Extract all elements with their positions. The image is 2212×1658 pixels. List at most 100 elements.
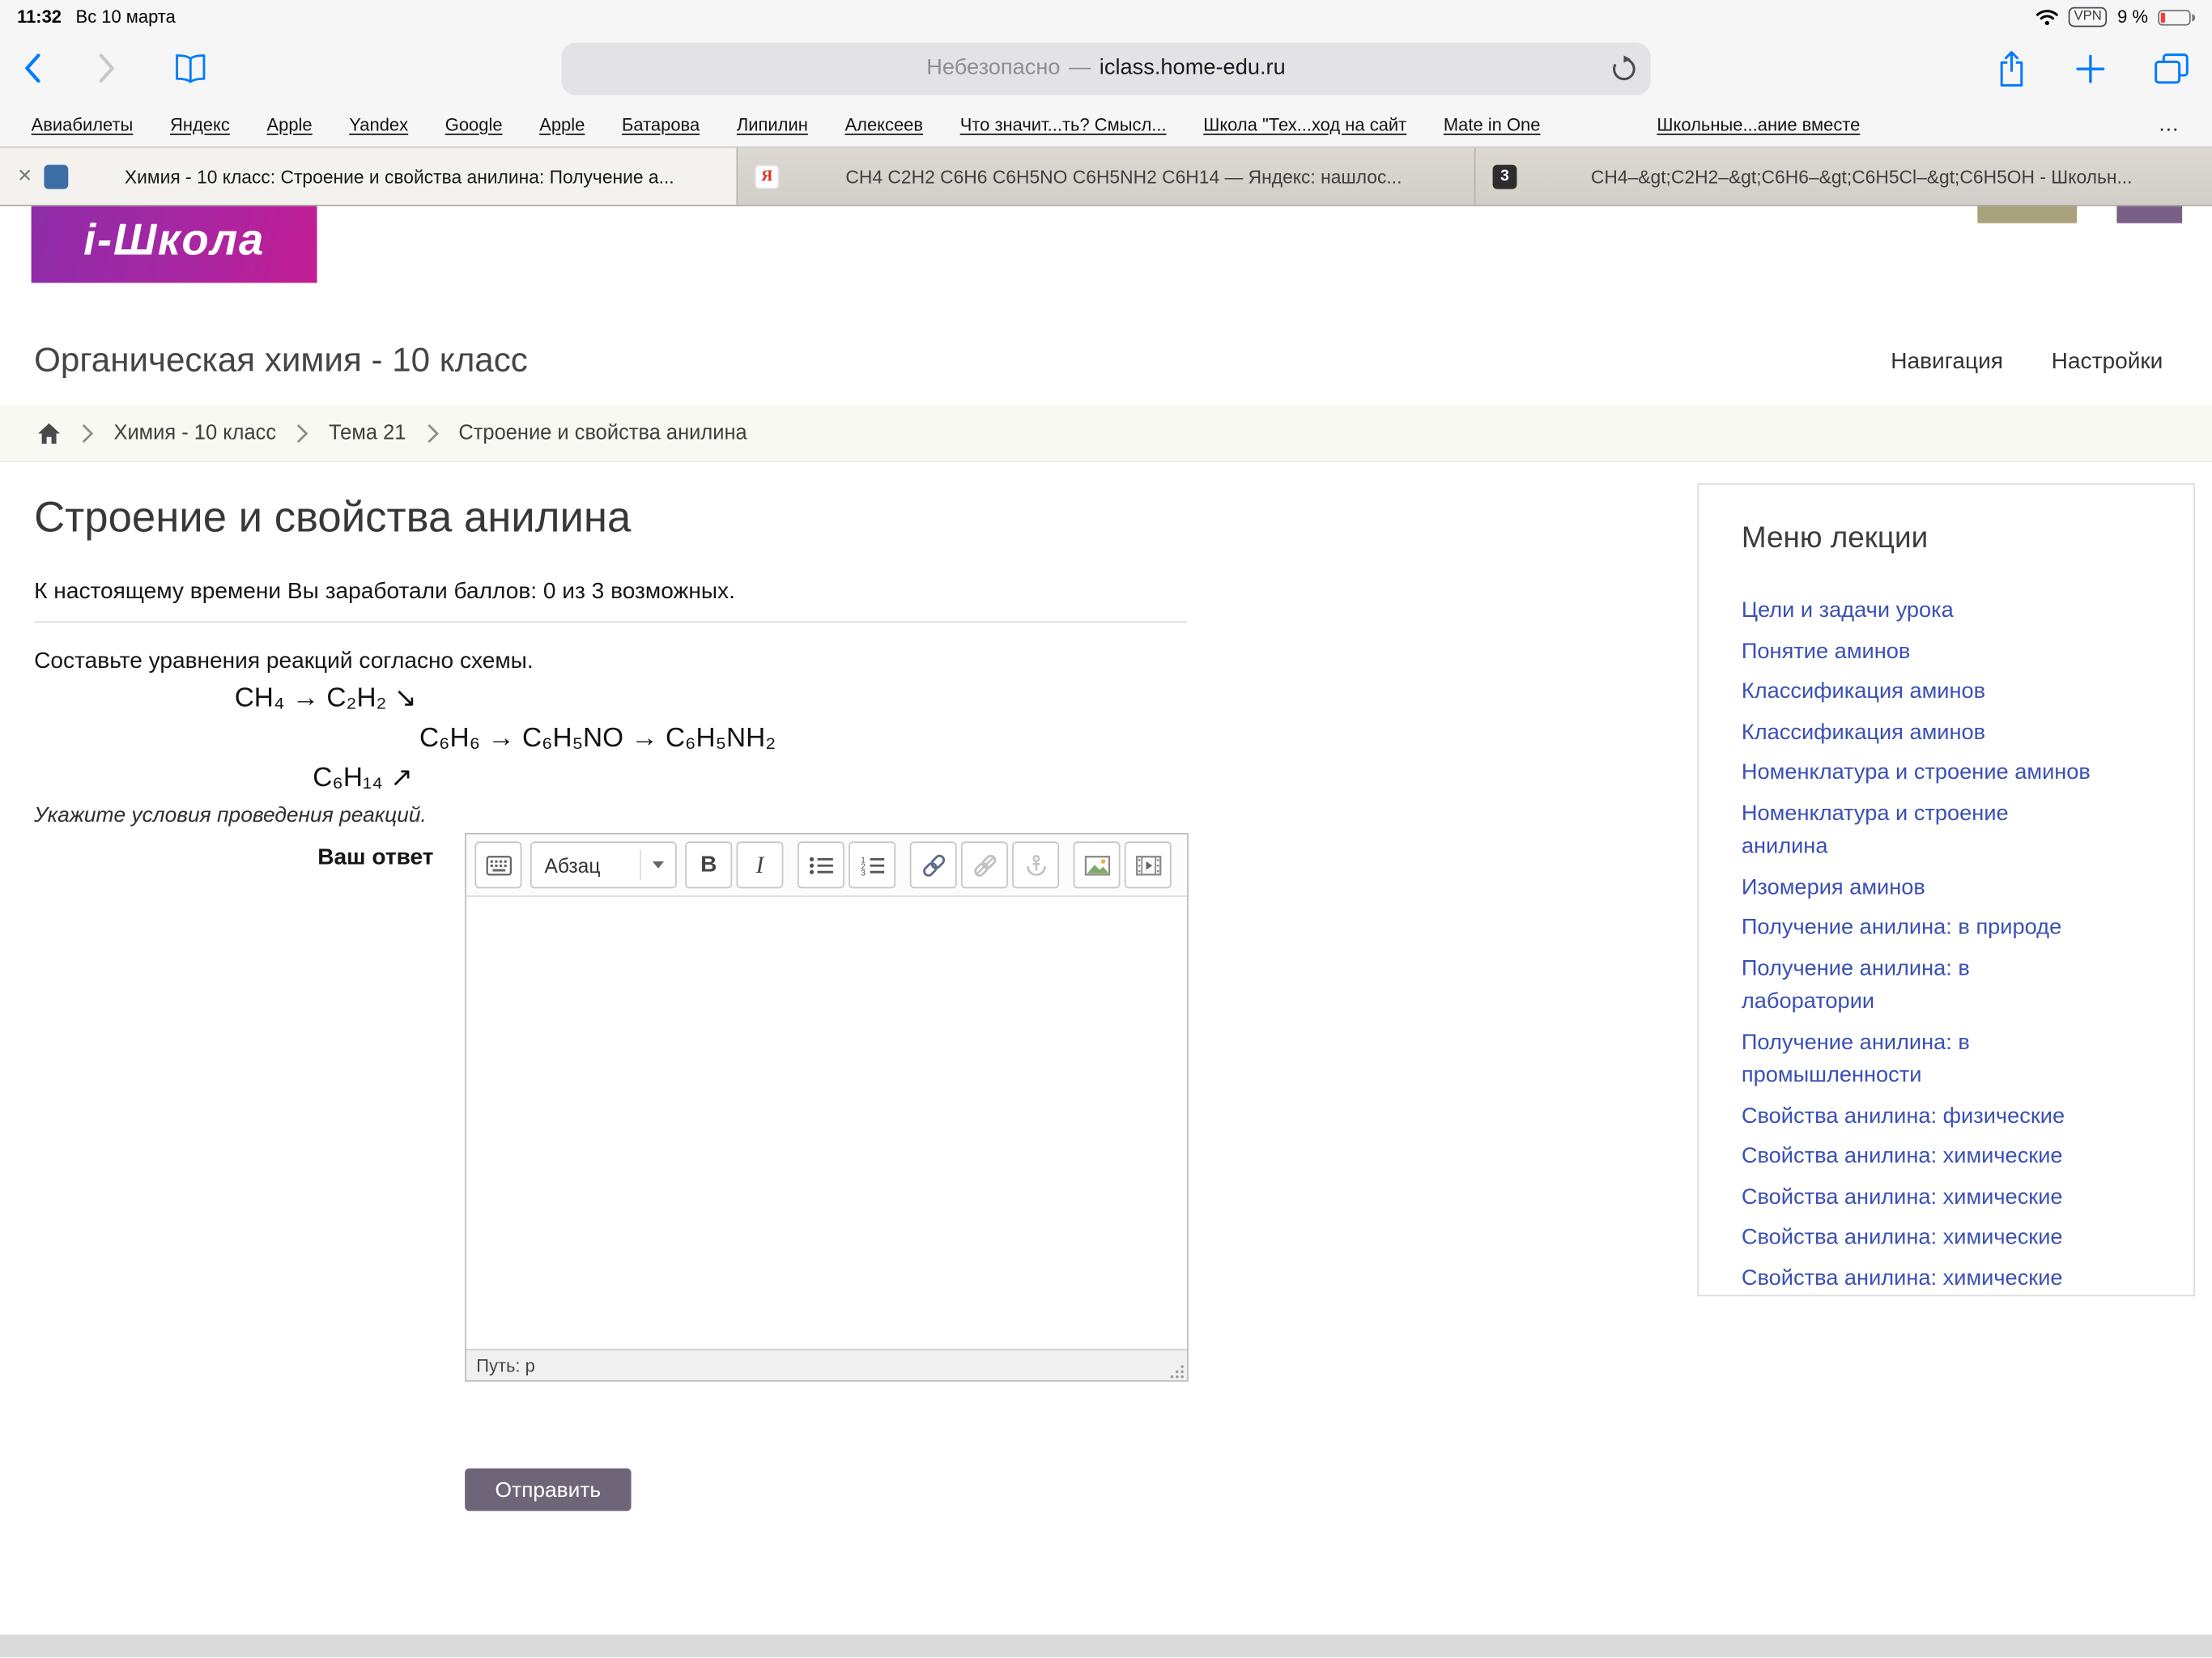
forward-button[interactable]: [98, 53, 117, 84]
page-title: Строение и свойства анилина: [34, 495, 631, 543]
chevron-right-icon: [81, 423, 94, 443]
favorite-link[interactable]: Что значит...ть? Смысл...: [960, 114, 1167, 134]
favorite-link[interactable]: Google: [445, 114, 503, 134]
paragraph-format-select[interactable]: Абзац: [530, 841, 677, 888]
page-footer-band: [0, 1635, 2212, 1657]
battery-fill: [2161, 12, 2164, 22]
lecture-menu-item: Получение анилина: в лаборатории: [1742, 952, 2099, 1019]
lecture-menu-link[interactable]: Номенклатура и строение аминов: [1742, 760, 2091, 784]
breadcrumb-link[interactable]: Химия - 10 класс: [113, 422, 276, 444]
lecture-menu-link[interactable]: Цели и задачи урока: [1742, 598, 1954, 623]
tab-title: CH4 C2H2 C6H6 C6H5NO C6H5NH2 C6H14 — Янд…: [790, 166, 1457, 187]
back-button[interactable]: [23, 53, 41, 84]
chevron-right-icon: [296, 423, 309, 443]
status-time: 11:32: [17, 7, 62, 28]
bold-glyph: B: [700, 852, 717, 878]
browser-tab[interactable]: Я CH4 C2H2 C6H6 C6H5NO C6H5NH2 C6H14 — Я…: [738, 148, 1475, 205]
favorite-link[interactable]: Школа "Тех...ход на сайт: [1203, 114, 1406, 134]
breadcrumb-current: Строение и свойства анилина: [458, 422, 747, 444]
lecture-menu-item: Классификация аминов: [1742, 716, 2099, 749]
lecture-menu-item: Изомерия аминов: [1742, 870, 2099, 903]
favorite-link[interactable]: Yandex: [349, 114, 408, 134]
course-title: Органическая химия - 10 класс: [34, 341, 528, 380]
italic-button[interactable]: I: [737, 841, 784, 888]
lecture-menu-link[interactable]: Номенклатура и строение анилина: [1742, 801, 2009, 858]
lecture-menu-link[interactable]: Свойства анилина: химические: [1742, 1144, 2063, 1168]
ipad-screen: 11:32 Вс 10 марта VPN 9 %: [0, 0, 2212, 1657]
browser-tab-active[interactable]: ✕ Химия - 10 класс: Строение и свойства …: [0, 148, 738, 205]
numbered-list-button[interactable]: 123: [849, 841, 895, 888]
answer-label: Ваш ответ: [277, 846, 433, 872]
ios-status-bar: 11:32 Вс 10 марта VPN 9 %: [0, 0, 2212, 34]
insert-link-button[interactable]: [910, 841, 957, 888]
lecture-menu-link[interactable]: Классификация аминов: [1742, 720, 1985, 744]
new-tab-button[interactable]: [2075, 53, 2105, 83]
tab-close-icon[interactable]: ✕: [17, 165, 32, 188]
battery-percent: 9 %: [2117, 7, 2148, 28]
lecture-menu-link[interactable]: Получение анилина: в лаборатории: [1742, 956, 1970, 1014]
favorite-link[interactable]: Mate in One: [1444, 114, 1541, 134]
favorites-more-button[interactable]: …: [2158, 113, 2180, 137]
favorite-link[interactable]: Яндекс: [170, 114, 230, 134]
address-separator: —: [1069, 55, 1091, 81]
bold-button[interactable]: B: [685, 841, 732, 888]
tab-favicon: 3: [1493, 164, 1517, 189]
wifi-icon: [2035, 9, 2058, 26]
lecture-menu-link[interactable]: Получение анилина: в природе: [1742, 916, 2061, 940]
lecture-menu-link[interactable]: Изомерия аминов: [1742, 875, 1925, 899]
bullet-list-button[interactable]: [798, 841, 844, 888]
home-icon[interactable]: [37, 422, 62, 444]
lecture-menu: Меню лекции Цели и задачи урока Понятие …: [1697, 483, 2195, 1296]
toolbar-toggle-button[interactable]: [474, 841, 521, 888]
reaction-scheme-line: C₆H₆ → C₆H₅NO → C₆H₅NH₂: [419, 719, 776, 759]
paragraph-format-value: Абзац: [544, 853, 600, 876]
favorite-link[interactable]: Apple: [266, 114, 312, 134]
favorite-link[interactable]: Батарова: [622, 114, 700, 134]
lecture-menu-item: Понятие аминов: [1742, 635, 2099, 668]
navigation-link[interactable]: Навигация: [1891, 350, 2003, 376]
breadcrumb-link[interactable]: Тема 21: [329, 422, 406, 444]
insert-media-button[interactable]: [1125, 841, 1172, 888]
insert-image-button[interactable]: [1074, 841, 1121, 888]
lecture-menu-item: Свойства анилина: химические: [1742, 1140, 2099, 1173]
reaction-scheme-line: C₆H₁₄ ↗: [313, 759, 776, 799]
favorite-link[interactable]: Авиабилеты: [32, 114, 134, 134]
school-logo[interactable]: i-Школа: [32, 206, 317, 283]
lecture-menu-link[interactable]: Получение анилина: в промышленности: [1742, 1030, 1970, 1087]
breadcrumb: Химия - 10 класс Тема 21 Строение и свой…: [0, 405, 2212, 461]
browser-tab[interactable]: 3 CH4–&gt;C2H2–&gt;C6H6–&gt;C6H5Cl–&gt;C…: [1476, 148, 2212, 205]
anchor-button[interactable]: [1012, 841, 1059, 888]
settings-link[interactable]: Настройки: [2052, 350, 2163, 376]
share-button[interactable]: [1996, 49, 2027, 87]
favorite-link[interactable]: Школьные...ание вместе: [1657, 114, 1860, 134]
address-bar[interactable]: Небезопасно — iclass.home-edu.ru: [562, 42, 1651, 95]
lecture-menu-list: Цели и задачи урока Понятие аминов Класс…: [1742, 594, 2165, 1295]
lecture-menu-item: Классификация аминов: [1742, 675, 2099, 708]
answer-editor: Абзац B I: [465, 833, 1189, 1382]
lecture-menu-link[interactable]: Свойства анилина: химические: [1742, 1266, 2063, 1290]
resize-handle[interactable]: [1170, 1365, 1185, 1380]
favorite-link[interactable]: Apple: [539, 114, 585, 134]
reload-button[interactable]: [1610, 55, 1637, 82]
lecture-menu-link[interactable]: Свойства анилина: химические: [1742, 1184, 2063, 1209]
remove-link-button[interactable]: [961, 841, 1008, 888]
lecture-menu-link[interactable]: Понятие аминов: [1742, 639, 1911, 663]
editor-path[interactable]: Путь: p: [476, 1355, 535, 1375]
lecture-menu-link[interactable]: Свойства анилина: химические: [1742, 1225, 2063, 1249]
favorite-link[interactable]: Липилин: [737, 114, 808, 134]
vpn-badge: VPN: [2069, 7, 2108, 28]
lecture-menu-link[interactable]: Свойства анилина: физические: [1742, 1103, 2065, 1128]
bookmarks-button[interactable]: [173, 53, 207, 83]
tab-overview-button[interactable]: [2154, 52, 2189, 84]
battery-icon: [2158, 9, 2190, 24]
answer-text-area[interactable]: [466, 897, 1187, 1349]
lecture-menu-item: Получение анилина: в промышленности: [1742, 1026, 2099, 1093]
lecture-menu-link[interactable]: Классификация аминов: [1742, 679, 1985, 704]
tab-title: CH4–&gt;C2H2–&gt;C6H6–&gt;C6H5Cl–&gt;C6H…: [1528, 166, 2194, 187]
tab-bar: ✕ Химия - 10 класс: Строение и свойства …: [0, 148, 2212, 206]
favorite-link[interactable]: Алексеев: [844, 114, 923, 134]
chevron-right-icon: [426, 423, 439, 443]
tab-favicon: Я: [755, 164, 779, 189]
submit-button[interactable]: Отправить: [465, 1469, 631, 1511]
lecture-menu-item: Свойства анилина: физические: [1742, 1099, 2099, 1133]
